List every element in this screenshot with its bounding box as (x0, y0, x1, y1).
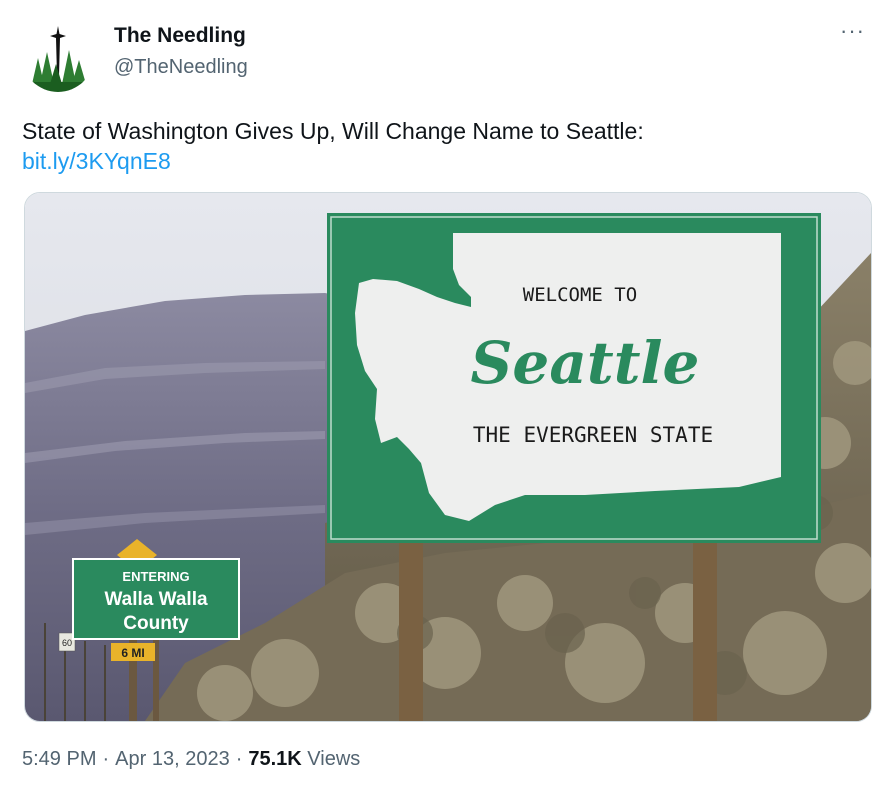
avatar[interactable] (22, 20, 94, 92)
sign-state-slogan: THE EVERGREEN STATE (473, 423, 713, 447)
tweet-meta: 5:49 PM · Apr 13, 2023 · 75.1K Views (22, 748, 360, 771)
route-marker: 60 (62, 638, 72, 648)
tweet-text: State of Washington Gives Up, Will Chang… (22, 116, 872, 176)
meta-separator: · (235, 748, 243, 770)
tweet-link[interactable]: bit.ly/3KYqnE8 (22, 146, 872, 176)
space-needle-forest-icon (22, 20, 94, 92)
meta-separator: · (102, 748, 110, 770)
views-count: 75.1K (248, 748, 302, 770)
author-display-name[interactable]: The Needling (114, 24, 246, 48)
tweet-time[interactable]: 5:49 PM (22, 748, 96, 770)
tweet-date[interactable]: Apr 13, 2023 (115, 748, 230, 770)
sign-welcome-text: WELCOME TO (523, 284, 637, 306)
county-sign-county: County (123, 613, 189, 634)
sign-city-text: Seattle (471, 329, 700, 397)
tweet-body: State of Washington Gives Up, Will Chang… (22, 118, 644, 144)
author-handle[interactable]: @TheNeedling (114, 56, 248, 79)
tweet-image[interactable]: 60 6 MI ENTERING Walla Walla County WELC… (24, 192, 872, 722)
county-sign-name: Walla Walla (104, 589, 208, 610)
ellipsis-icon[interactable]: ··· (840, 20, 870, 46)
views-label: Views (307, 748, 361, 770)
distance-sign: 6 MI (121, 646, 144, 660)
county-sign-entering: ENTERING (122, 569, 189, 584)
seattle-sign-photo: 60 6 MI ENTERING Walla Walla County WELC… (25, 193, 871, 721)
